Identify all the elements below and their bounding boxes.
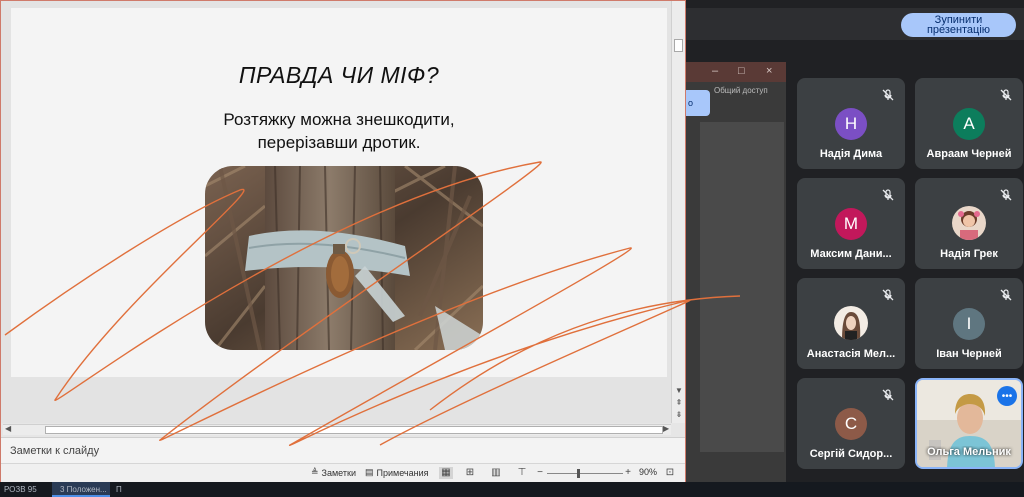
mic-off-icon [1000, 289, 1012, 301]
slide-body-text: Розтяжку можна знешкодити, перерізавши д… [11, 108, 667, 154]
notes-toggle-button[interactable]: ≜ Заметки [311, 467, 356, 478]
participant-tile-active[interactable]: ••• Ольга Мельник [915, 378, 1023, 469]
avatar: І [953, 308, 985, 340]
notes-placeholder: Заметки к слайду [10, 445, 100, 457]
participant-tile[interactable]: Надія Грек [915, 178, 1023, 269]
slide-editor: ПРАВДА ЧИ МІФ? Розтяжку можна знешкодити… [1, 1, 685, 423]
vertical-scrollbar[interactable]: ▼ ⇞ ⇟ [671, 1, 685, 423]
shared-window-panel [700, 122, 784, 452]
minimize-icon[interactable]: – [712, 65, 718, 77]
participant-tile[interactable]: А Авраам Черней [915, 78, 1023, 169]
avatar: С [835, 408, 867, 440]
mic-off-icon [882, 189, 894, 201]
slide-text-line: Розтяжку можна знешкодити, [223, 110, 455, 129]
participant-name: Надія Дима [819, 148, 883, 160]
avatar: Н [835, 108, 867, 140]
avatar-photo [834, 306, 868, 340]
fit-to-window-icon[interactable]: ⊡ [663, 467, 677, 479]
zoom-out-icon[interactable]: − [533, 467, 547, 479]
scroll-left-icon[interactable]: ◀ [5, 424, 11, 433]
comment-icon: ▤ [365, 467, 374, 477]
zoom-in-icon[interactable]: + [621, 467, 635, 479]
stop-presenting-button[interactable]: Зупинити презентацію [901, 13, 1016, 37]
participant-name: Максим Дани... [810, 248, 892, 260]
zoom-level[interactable]: 90% [639, 467, 657, 477]
taskbar-item[interactable]: РОЗВ 95 [4, 485, 37, 494]
mic-off-icon [1000, 189, 1012, 201]
mic-off-icon [882, 89, 894, 101]
shared-window-preview: – □ × о Общий доступ [686, 62, 786, 482]
reading-view-icon[interactable]: ▥ [489, 467, 503, 479]
notes-label: Заметки [321, 467, 356, 478]
participant-tile[interactable]: С Сергій Сидор... [797, 378, 905, 469]
notes-icon: ≜ [311, 467, 319, 477]
status-bar: ≜ Заметки ▤ Примечания ▦ ⊞ ▥ ⊤ − + 90% ⊡ [1, 463, 685, 482]
close-icon[interactable]: × [766, 65, 772, 77]
share-access-label: Общий доступ [714, 86, 768, 95]
slide-title: ПРАВДА ЧИ МІФ? [238, 62, 440, 88]
participant-tile[interactable]: І Іван Черней [915, 278, 1023, 369]
scrollbar-thumb[interactable] [45, 426, 663, 434]
slide-notes-pane[interactable]: Заметки к слайду [1, 437, 685, 463]
avatar: А [953, 108, 985, 140]
slide-canvas[interactable]: ПРАВДА ЧИ МІФ? Розтяжку можна знешкодити… [11, 8, 667, 377]
slide-sorter-icon[interactable]: ⊞ [463, 467, 477, 479]
tripwire-grenade-photo [205, 166, 483, 350]
taskbar-item[interactable]: П [116, 485, 122, 494]
taskbar: РОЗВ 95 3 Положен... П [0, 482, 1024, 497]
zoom-slider[interactable] [547, 473, 623, 474]
scrollbar-thumb[interactable] [674, 39, 683, 52]
shared-window-button[interactable]: о [686, 90, 710, 116]
scroll-down-icon[interactable]: ▼ [674, 386, 684, 395]
mic-off-icon [882, 389, 894, 401]
participant-name: Ольга Мельник [927, 446, 1011, 458]
participant-name: Авраам Черней [926, 148, 1012, 160]
comments-toggle-button[interactable]: ▤ Примечания [365, 467, 428, 478]
mic-off-icon [882, 289, 894, 301]
participant-name: Іван Черней [936, 348, 1002, 360]
horizontal-scrollbar[interactable]: ◀ ▶ [3, 424, 671, 435]
participant-name: Надія Грек [940, 248, 998, 260]
powerpoint-window: ПРАВДА ЧИ МІФ? Розтяжку можна знешкодити… [0, 0, 686, 482]
avatar-photo [952, 206, 986, 240]
maximize-icon[interactable]: □ [738, 65, 745, 77]
next-slide-icon[interactable]: ⇟ [674, 410, 684, 419]
comments-label: Примечания [376, 467, 429, 478]
participant-tile[interactable]: Анастасія Мел... [797, 278, 905, 369]
slide-text-line: перерізавши дротик. [257, 133, 421, 152]
slideshow-icon[interactable]: ⊤ [515, 467, 529, 479]
scroll-right-icon[interactable]: ▶ [663, 424, 669, 433]
participant-tile[interactable]: М Максим Дани... [797, 178, 905, 269]
participant-tile[interactable]: Н Надія Дима [797, 78, 905, 169]
zoom-slider-thumb[interactable] [577, 469, 580, 478]
participant-name: Анастасія Мел... [806, 348, 896, 360]
avatar: М [835, 208, 867, 240]
normal-view-icon[interactable]: ▦ [439, 467, 453, 479]
previous-slide-icon[interactable]: ⇞ [674, 398, 684, 407]
more-options-icon[interactable]: ••• [997, 386, 1017, 406]
participant-name: Сергій Сидор... [809, 448, 893, 460]
taskbar-item[interactable]: 3 Положен... [60, 485, 107, 494]
shared-window-titlebar: – □ × [686, 62, 786, 82]
mic-off-icon [1000, 89, 1012, 101]
